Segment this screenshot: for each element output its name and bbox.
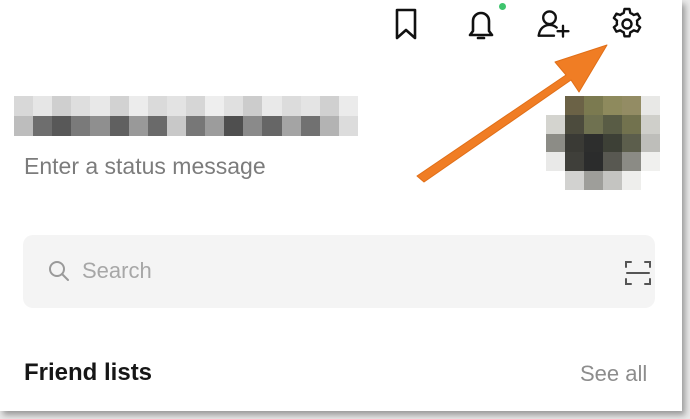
add-friend-icon[interactable] bbox=[536, 6, 572, 42]
annotation-arrow bbox=[416, 44, 608, 183]
settings-gear-icon[interactable] bbox=[609, 6, 645, 42]
status-message-field[interactable]: Enter a status message bbox=[24, 153, 266, 180]
avatar[interactable] bbox=[546, 96, 660, 190]
friend-lists-heading: Friend lists bbox=[24, 359, 153, 386]
notification-dot bbox=[499, 3, 506, 10]
scan-icon[interactable] bbox=[623, 259, 653, 292]
search-input[interactable]: Search bbox=[82, 258, 152, 284]
app-screen: Enter a status message Search Friend lis… bbox=[0, 0, 682, 411]
profile-name-blurred bbox=[14, 96, 358, 136]
search-bar[interactable]: Search bbox=[23, 235, 655, 308]
bell-icon[interactable] bbox=[463, 6, 499, 42]
search-icon bbox=[47, 259, 71, 288]
see-all-link[interactable]: See all bbox=[580, 361, 647, 387]
bookmark-icon[interactable] bbox=[388, 6, 424, 42]
